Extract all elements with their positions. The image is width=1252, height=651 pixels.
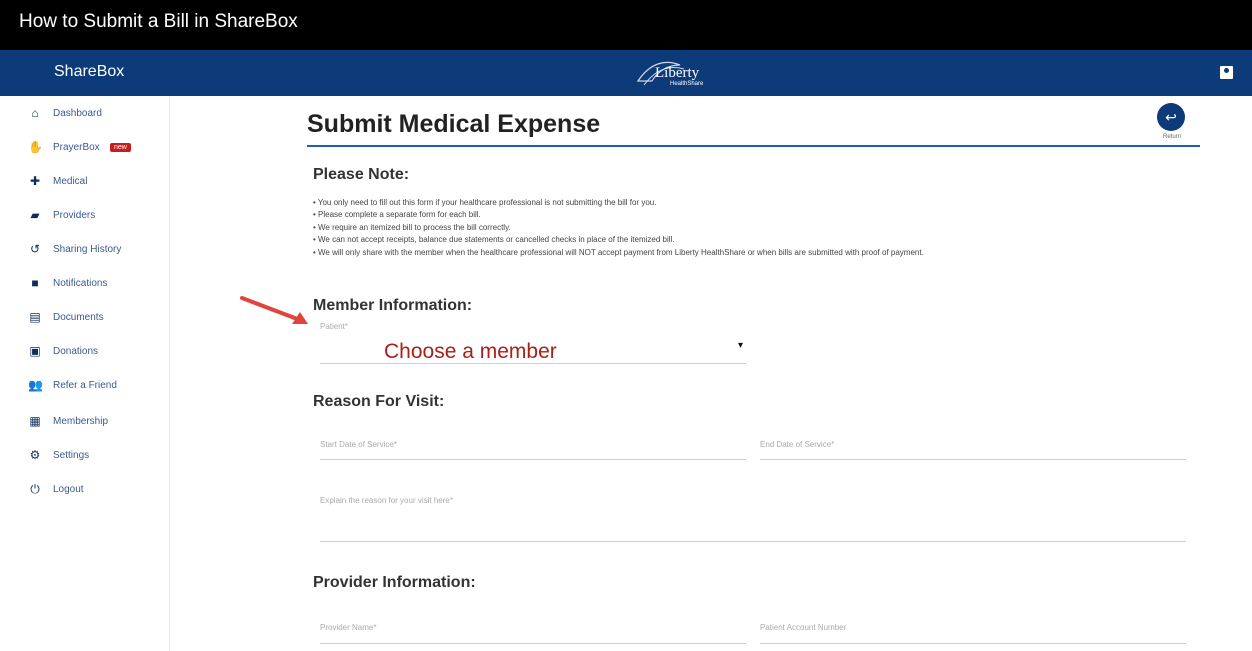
sidebar-item-sharing-history[interactable]: ↺ Sharing History [0,234,170,264]
sidebar-item-donations[interactable]: ▣ Donations [0,336,170,366]
sidebar-item-dashboard[interactable]: ⌂ Dashboard [0,98,170,128]
sidebar-item-membership[interactable]: ▦ Membership [0,406,170,436]
note-line: • We can not accept receipts, balance du… [313,235,675,245]
sidebar-item-label: Donations [53,345,99,357]
sidebar-item-label: Documents [53,311,104,323]
new-badge: new [110,142,131,152]
notification-icon: ■ [31,276,39,290]
patient-label: Patient* [320,322,349,331]
provider-heading: Provider Information: [313,574,476,591]
sidebar-item-label: Sharing History [53,243,122,255]
note-list: • You only need to fill out this form if… [313,197,924,259]
sidebar-item-label: Membership [53,415,109,427]
sidebar-item-label: Notifications [53,277,108,289]
provider-name-field[interactable]: Provider Name* [320,616,746,644]
annotation-arrow-icon [240,296,308,324]
providers-icon: ▰ [30,208,40,222]
gear-icon: ⚙ [29,448,41,462]
power-icon: ⏻ [30,482,40,496]
people-icon: 👥 [28,378,43,392]
sidebar-item-label: Refer a Friend [53,379,117,391]
sidebar-item-label: Providers [53,209,96,221]
provider-name-label: Provider Name* [320,623,377,632]
prayer-icon: ✋ [28,140,43,154]
return-arrow-icon: ↩ [1165,109,1177,125]
sidebar-item-medical[interactable]: ✚ Medical [0,166,170,196]
main-content: Submit Medical Expense ↩ Return Please N… [170,96,1252,651]
note-line: • Please complete a separate form for ea… [313,210,481,220]
sidebar-item-settings[interactable]: ⚙ Settings [0,440,170,470]
note-line: • We will only share with the member whe… [313,247,924,257]
sidebar-item-logout[interactable]: ⏻ Logout [0,474,170,504]
app-brand[interactable]: ShareBox [54,63,124,81]
sidebar: ⌂ Dashboard ✋ PrayerBox new ✚ Medical ▰ … [0,96,170,651]
account-number-label: Patient Account Number [760,623,847,632]
patient-select-value: Choose a member [384,340,557,363]
visit-reason-label: Explain the reason for your visit here* [320,496,453,505]
membership-icon: ▦ [29,414,41,428]
document-icon: ▤ [29,310,41,324]
note-line: • We require an itemized bill to process… [313,222,511,232]
end-date-label: End Date of Service* [760,440,835,449]
video-title: How to Submit a Bill in ShareBox [19,11,298,32]
return-button[interactable]: ↩ [1157,103,1185,131]
medical-icon: ✚ [29,174,41,188]
sidebar-item-providers[interactable]: ▰ Providers [0,200,170,230]
title-divider [307,145,1200,147]
member-heading: Member Information: [313,297,473,314]
history-icon: ↺ [29,242,41,256]
sidebar-item-label: Logout [53,483,84,495]
visit-reason-field[interactable]: Explain the reason for your visit here* [320,486,1186,542]
page-title: Submit Medical Expense [307,110,601,138]
sidebar-item-refer-a-friend[interactable]: 👥 Refer a Friend [0,370,170,400]
app-header: ShareBox Liberty HealthShare [0,50,1252,96]
chevron-down-icon: ▾ [738,340,744,351]
start-date-field[interactable]: Start Date of Service* [320,432,746,460]
end-date-field[interactable]: End Date of Service* [760,432,1186,460]
account-number-field[interactable]: Patient Account Number [760,616,1186,644]
return-label: Return [1162,134,1181,140]
sidebar-item-documents[interactable]: ▤ Documents [0,302,170,332]
donation-icon: ▣ [29,344,41,358]
note-line: • You only need to fill out this form if… [313,198,657,207]
video-title-bar: How to Submit a Bill in ShareBox [0,0,1252,50]
visit-heading: Reason For Visit: [313,393,445,410]
sidebar-item-label: Dashboard [53,107,102,119]
sidebar-item-label: Settings [53,449,90,461]
note-heading: Please Note: [313,166,410,183]
sidebar-item-label: PrayerBox [53,141,100,153]
sidebar-item-prayerbox[interactable]: ✋ PrayerBox new [0,132,170,162]
logo-subtext: HealthShare [670,81,704,87]
start-date-label: Start Date of Service* [320,440,397,449]
profile-icon[interactable] [1220,66,1233,79]
sidebar-item-notifications[interactable]: ■ Notifications [0,268,170,298]
sidebar-item-label: Medical [53,175,88,187]
logo-text: Liberty [655,65,700,81]
home-icon: ⌂ [31,106,39,120]
